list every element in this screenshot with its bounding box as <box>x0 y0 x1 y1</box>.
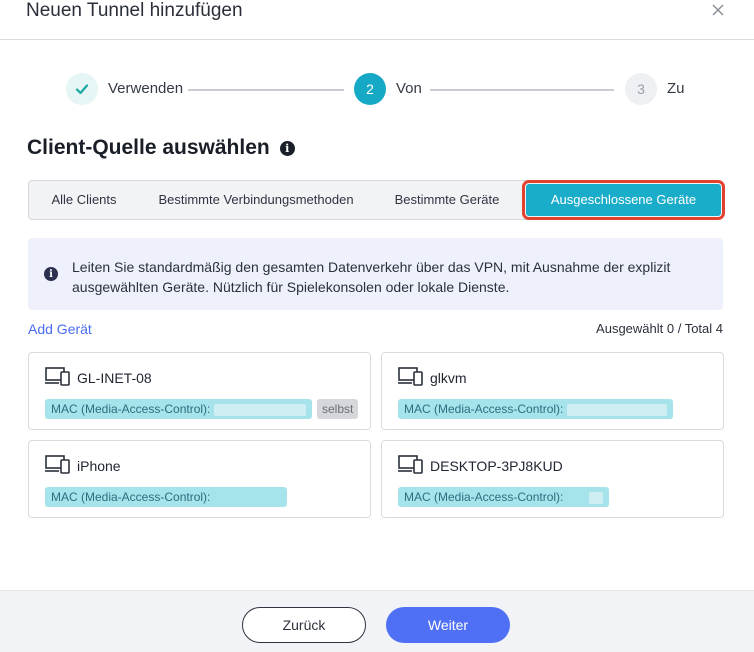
close-icon[interactable] <box>708 0 728 20</box>
device-card[interactable]: GL-INET-08 MAC (Media-Access-Control): s… <box>28 352 371 430</box>
step-2-label: Von <box>396 80 422 97</box>
device-card[interactable]: DESKTOP-3PJ8KUD MAC (Media-Access-Contro… <box>381 440 724 518</box>
device-card[interactable]: iPhone MAC (Media-Access-Control): <box>28 440 371 518</box>
device-card[interactable]: glkvm MAC (Media-Access-Control): <box>381 352 724 430</box>
device-mac-label: MAC (Media-Access-Control): <box>51 490 211 504</box>
step-1-label: Verwenden <box>108 80 184 97</box>
step-3-label: Zu <box>667 80 685 97</box>
info-icon: i <box>44 267 58 281</box>
self-badge: selbst <box>317 399 359 419</box>
device-mac-label: MAC (Media-Access-Control): <box>51 402 211 416</box>
tab-specific-devices[interactable]: Bestimmte Geräte <box>379 181 515 219</box>
devices-icon <box>45 455 70 474</box>
devices-icon <box>398 367 423 386</box>
tab-specific-connection-methods[interactable]: Bestimmte Verbindungsmethoden <box>145 181 367 219</box>
device-mac: MAC (Media-Access-Control): <box>45 487 287 507</box>
section-title: Client-Quelle auswählen i <box>27 136 295 160</box>
add-device-link[interactable]: Add Gerät <box>28 321 92 337</box>
section-title-text: Client-Quelle auswählen <box>27 136 270 159</box>
device-mac: MAC (Media-Access-Control): <box>398 487 610 507</box>
mac-redacted <box>589 491 604 504</box>
dialog-header: Neuen Tunnel hinzufügen <box>0 0 754 40</box>
back-button[interactable]: Zurück <box>242 607 366 643</box>
devices-icon <box>398 455 423 474</box>
info-banner-text: Leiten Sie standardmäßig den gesamten Da… <box>72 259 671 295</box>
device-mac: MAC (Media-Access-Control): <box>45 399 313 419</box>
device-mac-label: MAC (Media-Access-Control): <box>404 402 564 416</box>
device-mac-label: MAC (Media-Access-Control): <box>404 490 564 504</box>
info-banner: i Leiten Sie standardmäßig den gesamten … <box>28 238 723 310</box>
device-name: DESKTOP-3PJ8KUD <box>430 458 563 474</box>
tab-excluded-devices[interactable]: Ausgeschlossene Geräte <box>522 180 725 220</box>
step-connector <box>430 89 614 91</box>
tab-all-clients[interactable]: Alle Clients <box>29 181 139 219</box>
device-name: glkvm <box>430 370 467 386</box>
step-3-indicator: 3 <box>625 73 657 105</box>
devices-icon <box>45 367 70 386</box>
device-name: iPhone <box>77 458 121 474</box>
device-name: GL-INET-08 <box>77 370 152 386</box>
add-tunnel-dialog: Neuen Tunnel hinzufügen Verwenden 2 Von … <box>0 0 754 652</box>
device-mac: MAC (Media-Access-Control): <box>398 399 674 419</box>
dialog-footer: Zurück Weiter <box>0 590 754 652</box>
next-button[interactable]: Weiter <box>386 607 510 643</box>
stepper: Verwenden 2 Von 3 Zu <box>0 70 754 110</box>
mac-redacted <box>567 403 668 416</box>
mac-redacted <box>214 403 307 416</box>
dialog-title: Neuen Tunnel hinzufügen <box>26 0 243 21</box>
client-source-tabs: Alle Clients Bestimmte Verbindungsmethod… <box>28 180 725 220</box>
info-icon[interactable]: i <box>279 140 295 156</box>
step-1-check-icon <box>66 73 98 105</box>
step-2-indicator: 2 <box>354 73 386 105</box>
selection-summary: Ausgewählt 0 / Total 4 <box>596 321 723 336</box>
step-connector <box>188 89 344 91</box>
